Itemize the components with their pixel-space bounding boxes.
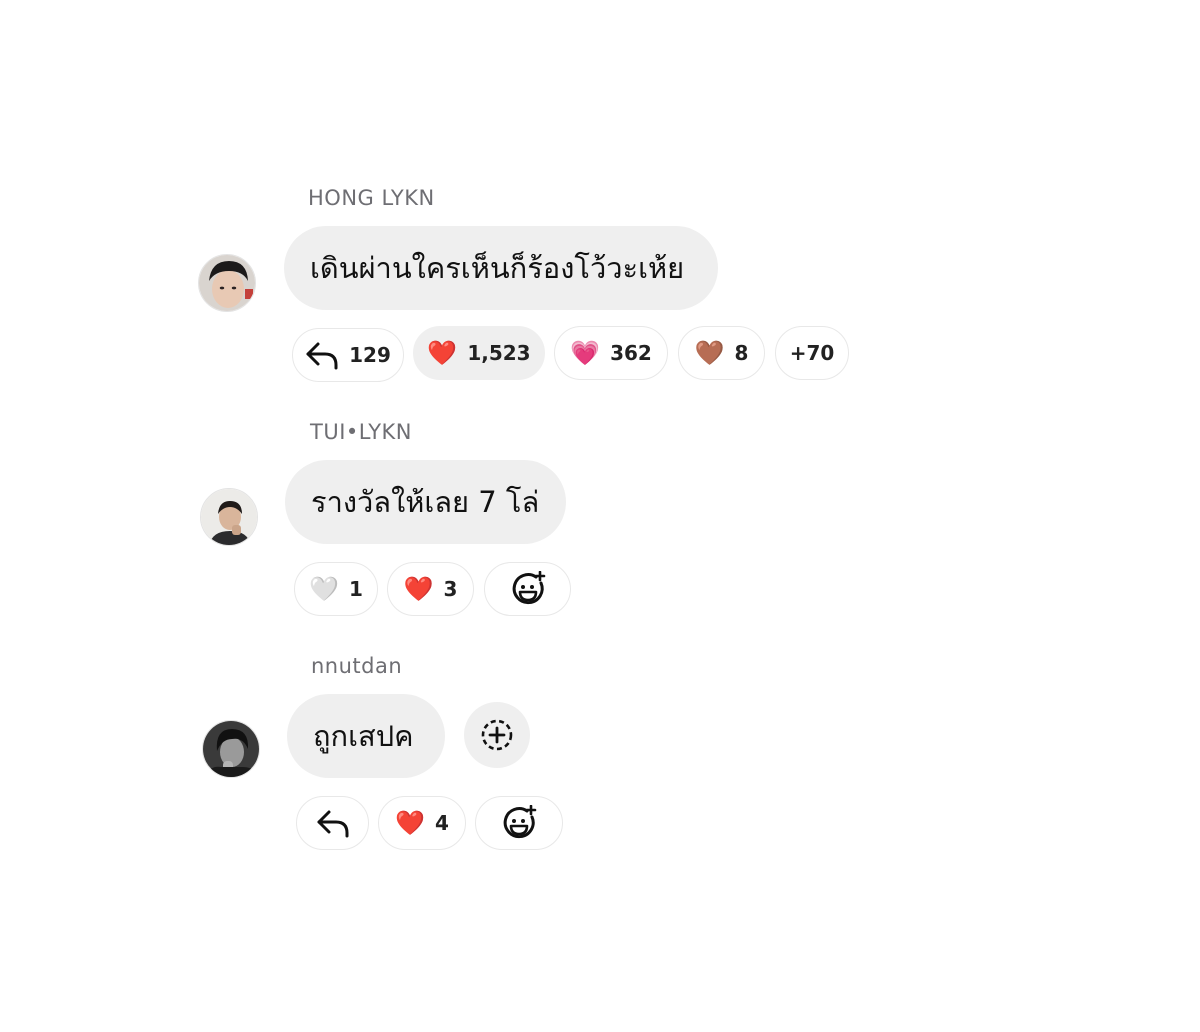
comment-text: ถูกเสปค [313, 719, 414, 753]
brown-heart-icon: 🤎 [694, 339, 725, 367]
reaction-white-heart[interactable]: 🤍 1 [294, 562, 378, 616]
reply-button[interactable]: 129 [292, 328, 404, 382]
reaction-red-heart[interactable]: ❤️ 4 [378, 796, 466, 850]
reaction-count: 4 [434, 811, 449, 835]
add-reaction-icon [503, 805, 537, 839]
comment-text: รางวัลให้เลย 7 โล่ [311, 485, 540, 519]
reaction-count: 362 [610, 341, 652, 365]
reply-icon [317, 810, 348, 838]
reaction-count: 1 [348, 577, 363, 601]
white-heart-icon: 🤍 [309, 575, 339, 603]
add-reaction-button[interactable] [484, 562, 571, 616]
comment-bubble[interactable]: เดินผ่านใครเห็นก็ร้องโว้วะเห้ย [284, 226, 718, 310]
reply-icon [306, 342, 338, 370]
avatar[interactable] [200, 488, 258, 546]
add-circle-icon [481, 719, 513, 751]
add-reaction-button[interactable] [475, 796, 563, 850]
reaction-brown-heart[interactable]: 🤎 8 [678, 326, 765, 380]
reply-button[interactable] [296, 796, 369, 850]
red-heart-icon: ❤️ [427, 339, 458, 367]
avatar-icon [201, 489, 257, 545]
red-heart-icon: ❤️ [403, 575, 434, 603]
comment-thread: HONG LYKN เดินผ่านใครเห็นก็ร้องโว้วะเห้ย… [0, 0, 1200, 1032]
comment-username[interactable]: TUI•LYKN [310, 420, 412, 444]
more-reactions-button[interactable]: +70 [775, 326, 849, 380]
comment-text: เดินผ่านใครเห็นก็ร้องโว้วะเห้ย [310, 251, 685, 285]
pink-heart-icon: 💗 [570, 339, 601, 367]
reply-count: 129 [349, 343, 391, 367]
avatar-icon [203, 721, 259, 777]
add-reply-button[interactable] [464, 702, 530, 768]
comment-username[interactable]: nnutdan [311, 654, 402, 678]
avatar[interactable] [202, 720, 260, 778]
avatar-icon [199, 255, 255, 311]
reaction-count: 1,523 [467, 341, 531, 365]
reaction-red-heart[interactable]: ❤️ 3 [387, 562, 474, 616]
reaction-pink-heart[interactable]: 💗 362 [554, 326, 668, 380]
comment-bubble[interactable]: รางวัลให้เลย 7 โล่ [285, 460, 566, 544]
comment-bubble[interactable]: ถูกเสปค [287, 694, 445, 778]
red-heart-icon: ❤️ [395, 809, 425, 837]
add-reaction-icon [512, 571, 545, 605]
reaction-count: 8 [734, 341, 749, 365]
reaction-red-heart[interactable]: ❤️ 1,523 [413, 326, 545, 380]
avatar[interactable] [198, 254, 256, 312]
reaction-count: 3 [443, 577, 458, 601]
more-reactions-count: +70 [789, 341, 835, 365]
comment-username[interactable]: HONG LYKN [308, 186, 435, 210]
